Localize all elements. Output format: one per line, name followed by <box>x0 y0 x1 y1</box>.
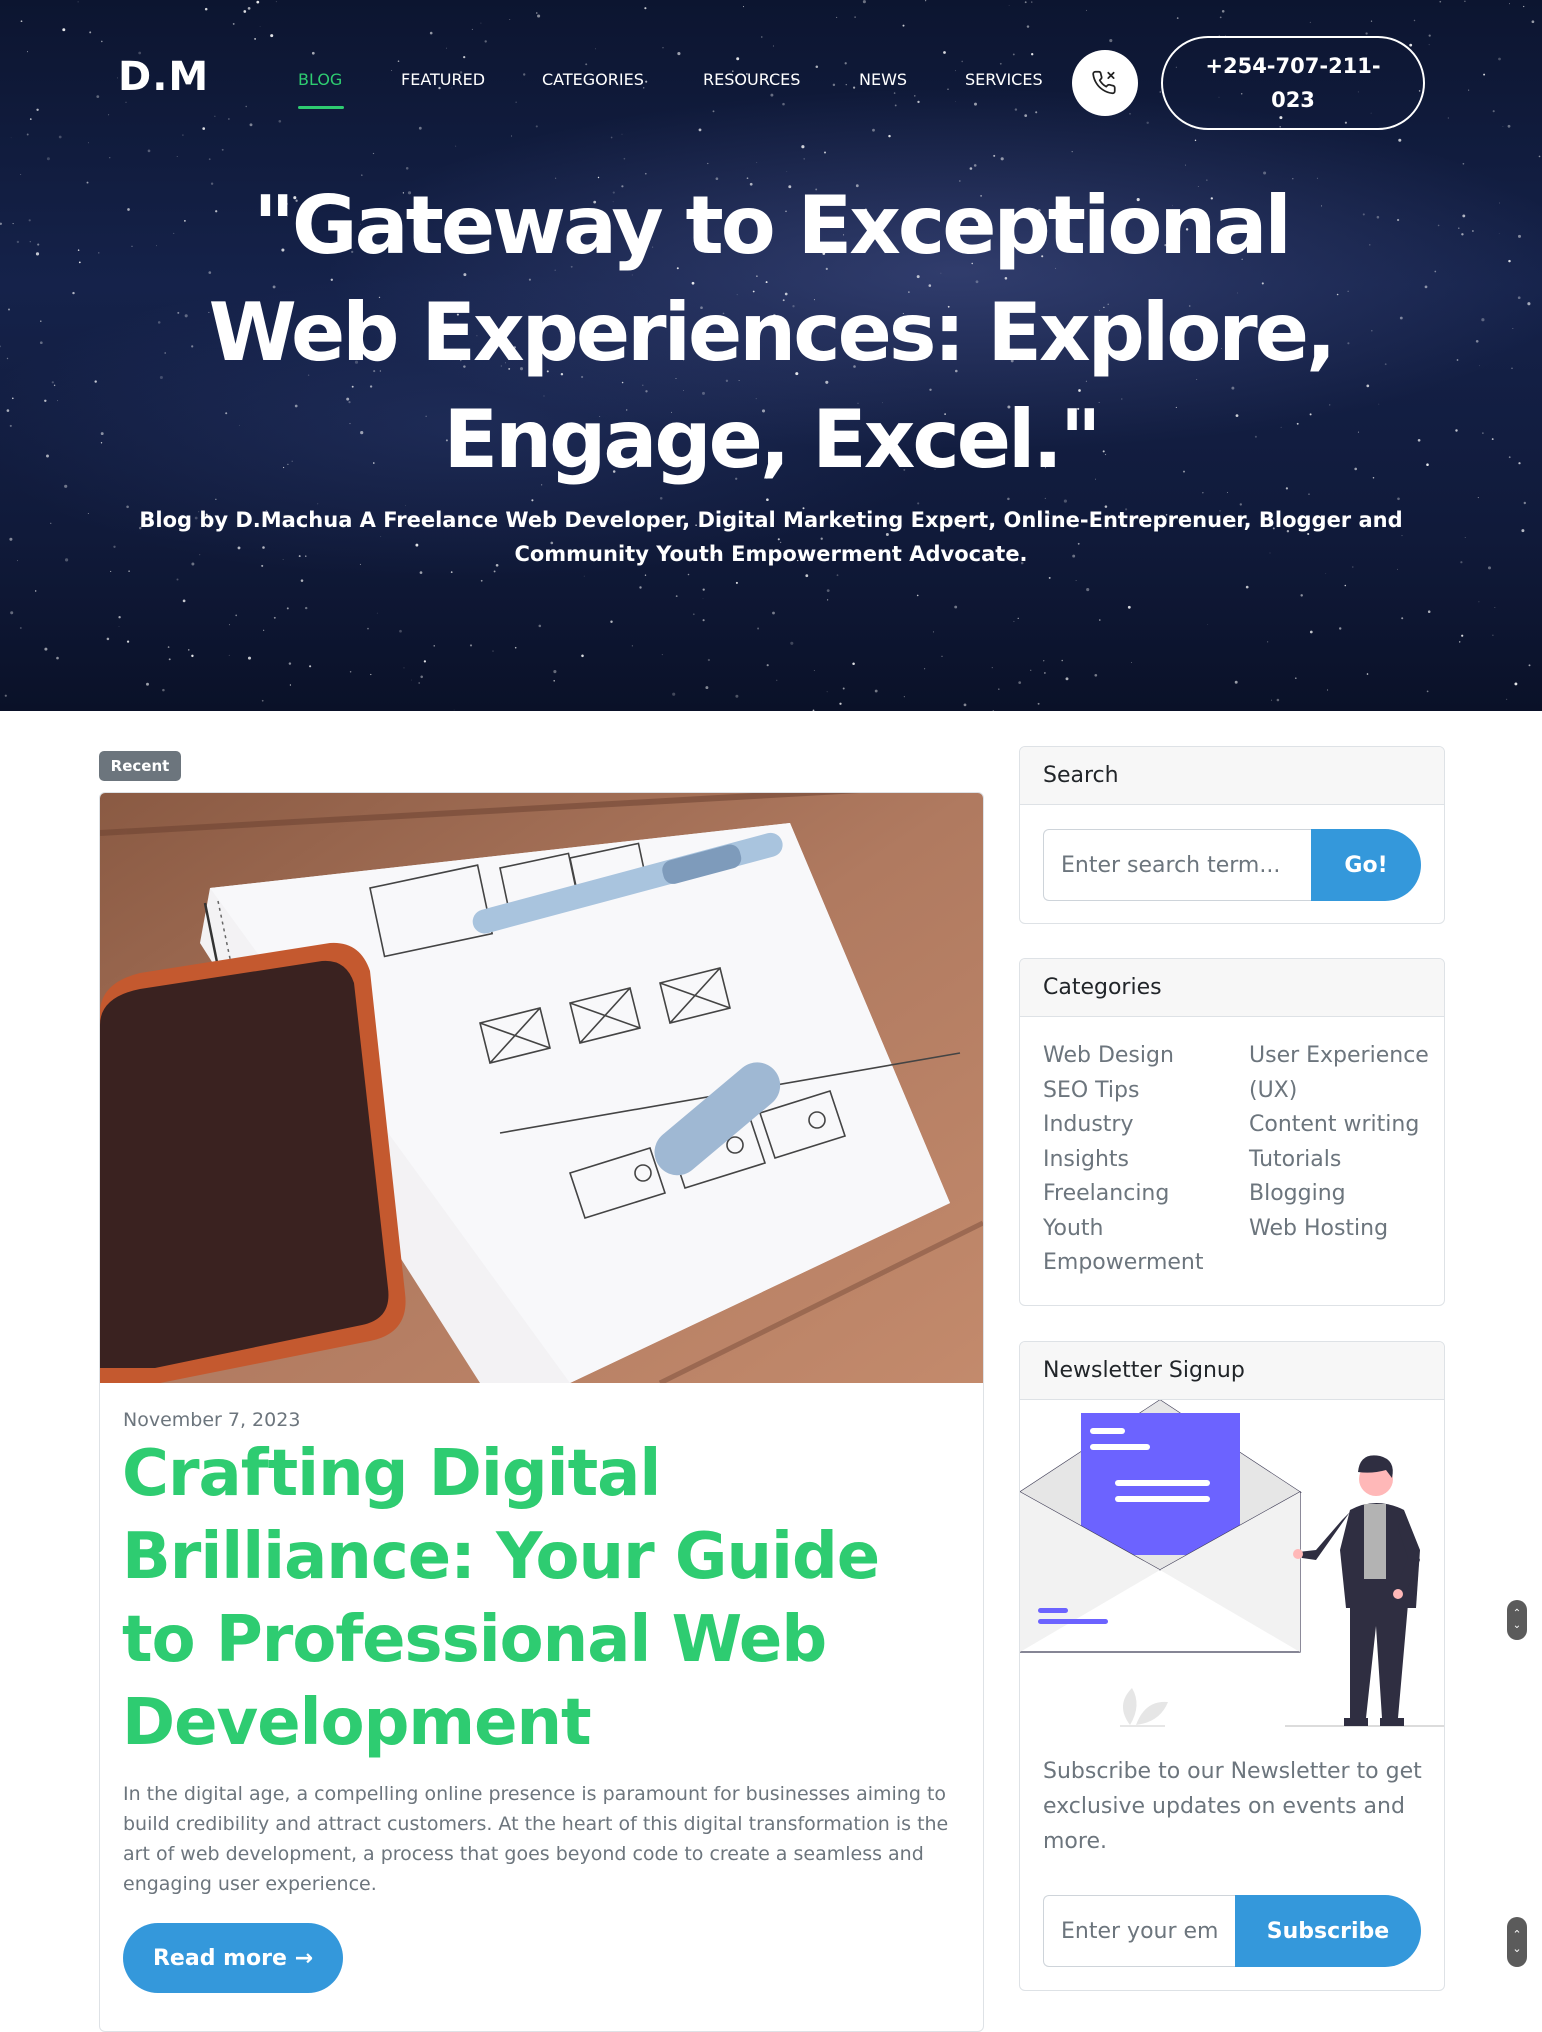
newsletter-widget-title: Newsletter Signup <box>1020 1342 1444 1400</box>
chevron-down-icon: ⌄ <box>1512 1620 1522 1631</box>
category-link[interactable]: Freelancing <box>1043 1177 1213 1212</box>
phone-icon <box>1092 70 1116 95</box>
nav-blog[interactable]: BLOG <box>298 70 342 89</box>
phone-number-button[interactable]: +254-707-211-023 <box>1161 36 1425 130</box>
post-excerpt: In the digital age, a compelling online … <box>123 1783 949 1895</box>
search-widget-title: Search <box>1020 747 1444 805</box>
chevron-up-icon: ⌃ <box>1512 1608 1522 1619</box>
site-logo[interactable]: D.M <box>118 54 209 100</box>
category-link[interactable]: Blogging <box>1249 1177 1429 1212</box>
subscribe-button[interactable]: Subscribe <box>1235 1895 1421 1967</box>
category-link[interactable]: Industry Insights <box>1043 1108 1213 1177</box>
category-link[interactable]: Tutorials <box>1249 1143 1429 1178</box>
nav-featured[interactable]: FEATURED <box>401 70 485 89</box>
hero-title: "Gateway to Exceptional Web Experiences:… <box>208 179 1337 486</box>
hero-section: D.M BLOG FEATURED CATEGORIES RESOURCES N… <box>0 0 1542 711</box>
category-link[interactable]: Youth Empowerment <box>1043 1212 1213 1281</box>
chevron-down-icon: ⌄ <box>1512 1943 1522 1955</box>
post-title[interactable]: Crafting Digital Brilliance: Your Guide … <box>122 1433 952 1765</box>
categories-widget-title: Categories <box>1020 959 1444 1017</box>
nav-services[interactable]: SERVICES <box>965 70 1043 89</box>
post-image[interactable] <box>100 793 983 1383</box>
category-link[interactable]: Content writing <box>1249 1108 1429 1143</box>
nav-news[interactable]: NEWS <box>859 70 907 89</box>
category-link[interactable]: SEO Tips <box>1043 1074 1213 1109</box>
categories-widget: Categories Web Design SEO Tips Industry … <box>1019 958 1445 1306</box>
nav-resources[interactable]: RESOURCES <box>703 70 800 89</box>
categories-list-left: Web Design SEO Tips Industry Insights Fr… <box>1043 1039 1213 1281</box>
scroll-control-bottom[interactable]: ⌃ ⌄ <box>1507 1917 1527 1967</box>
newsletter-description: Subscribe to our Newsletter to get exclu… <box>1043 1759 1422 1854</box>
call-button[interactable] <box>1072 50 1138 116</box>
chevron-up-icon: ⌃ <box>1512 1929 1522 1941</box>
nav-active-underline <box>298 106 344 109</box>
search-widget: Search Go! <box>1019 746 1445 924</box>
newsletter-widget: Newsletter Signup Subscribe to our Newsl… <box>1019 1341 1445 1991</box>
search-form: Go! <box>1043 829 1421 901</box>
newsletter-form: Subscribe <box>1043 1895 1421 1967</box>
category-link[interactable]: Web Design <box>1043 1039 1213 1074</box>
post-date: November 7, 2023 <box>123 1409 301 1431</box>
categories-list-right: User Experience (UX) Content writing Tut… <box>1249 1039 1429 1246</box>
search-input[interactable] <box>1043 829 1311 901</box>
recent-badge: Recent <box>99 751 181 781</box>
featured-post-card: November 7, 2023 Crafting Digital Brilli… <box>99 792 984 2032</box>
search-go-button[interactable]: Go! <box>1311 829 1421 901</box>
read-more-button[interactable]: Read more → <box>123 1923 343 1993</box>
hero-subtitle: Blog by D.Machua A Freelance Web Develop… <box>139 508 1403 566</box>
nav-categories[interactable]: CATEGORIES <box>542 70 644 89</box>
newsletter-email-input[interactable] <box>1043 1895 1235 1967</box>
scroll-control-top[interactable]: ⌃ ⌄ <box>1507 1600 1527 1640</box>
category-link[interactable]: User Experience (UX) <box>1249 1039 1429 1108</box>
newsletter-illustration <box>1020 1400 1444 1727</box>
category-link[interactable]: Web Hosting <box>1249 1212 1429 1247</box>
